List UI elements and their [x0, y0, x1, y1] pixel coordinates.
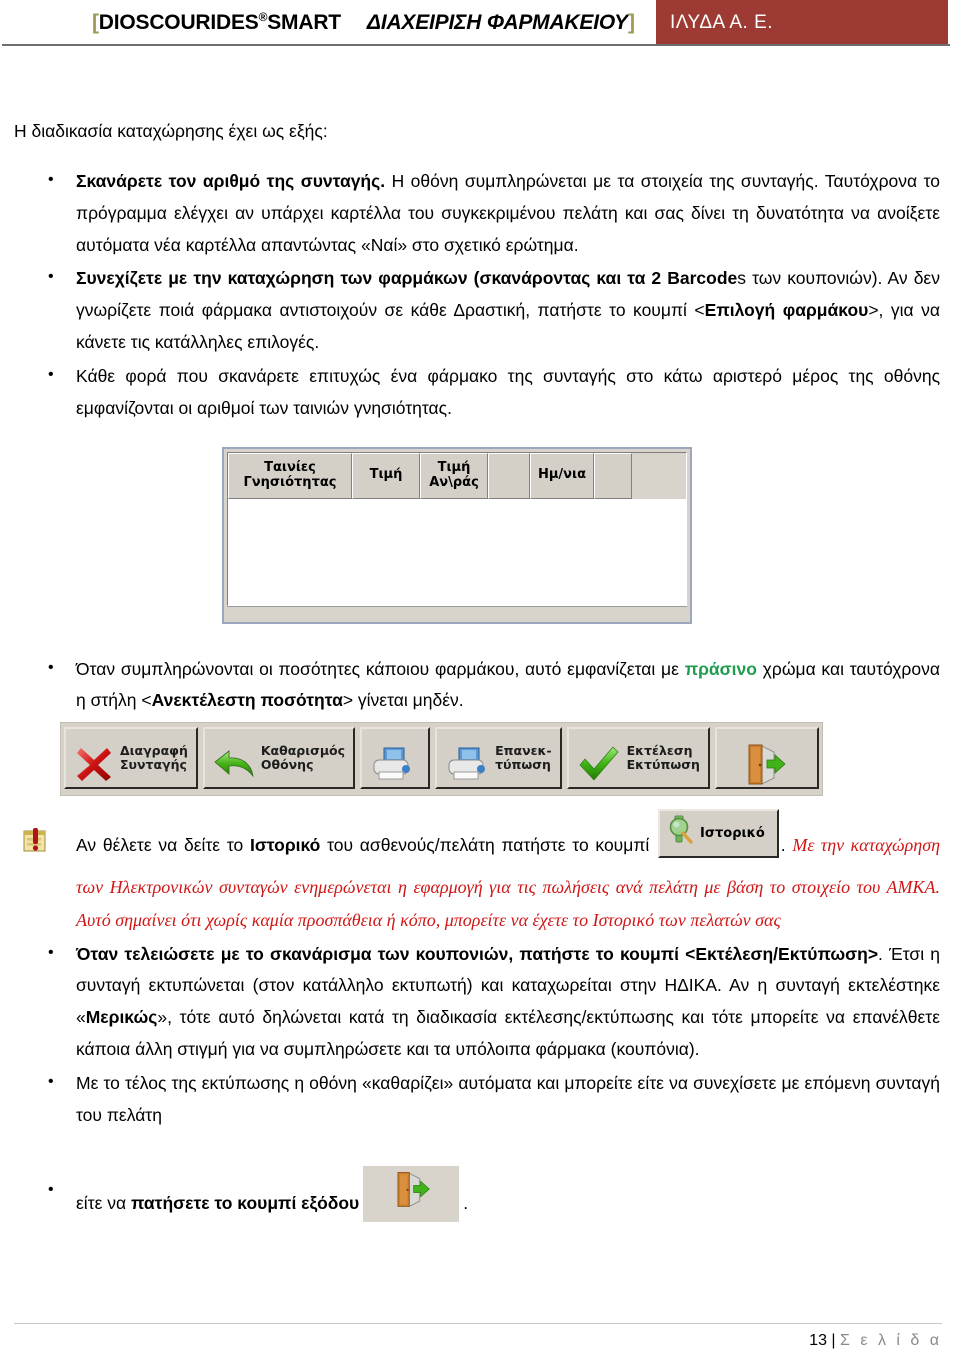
bracket-close: ]: [627, 11, 635, 34]
bullet7-end: .: [463, 1192, 469, 1213]
execute-print-button[interactable]: Εκτέλεση Εκτύπωση: [566, 727, 710, 790]
list-item-execute-print: Όταν τελειώσετε με το σκανάρισμα των κου…: [14, 937, 940, 1066]
history-after-text: .: [780, 835, 793, 856]
history-bold-word: Ιστορικό: [249, 835, 321, 856]
header-divider: [2, 44, 950, 46]
page-header: [DIOSCOURIDES®SMART ΔΙΑΧΕΙΡΙΣΗ ΦΑΡΜΑΚΕΙΟΥ…: [0, 0, 960, 46]
footer-page-label: Σ ε λ ί δ α: [840, 1332, 942, 1349]
exit-button-inline[interactable]: [363, 1165, 460, 1223]
note-warning-icon: [22, 826, 48, 865]
footer-separator: |: [831, 1332, 836, 1349]
bullet1-bold: Σκανάρετε τον αριθμό της συνταγής.: [76, 170, 386, 191]
grid-header-filler: [632, 452, 686, 499]
exit-door-icon: [391, 1169, 431, 1220]
printer-icon: [445, 731, 489, 785]
clear-screen-button[interactable]: Καθαρισμός Οθόνης: [202, 727, 356, 790]
history-mid-text: του ασθενούς/πελάτη πατήστε το κουμπί: [320, 835, 657, 856]
red-x-icon: [74, 729, 114, 787]
grid-column-header-blank2[interactable]: [594, 452, 632, 499]
bullet2-bold: Συνεχίζετε με την καταχώρηση των φαρμάκω…: [76, 268, 738, 289]
list-item-scan-medicines: Συνεχίζετε με την καταχώρηση των φαρμάκω…: [14, 262, 940, 359]
list-item-auto-clear: Με το τέλος της εκτύπωσης η οθόνη «καθαρ…: [14, 1067, 940, 1132]
bullet5-end: », τότε αυτό δηλώνεται κατά τη διαδικασί…: [76, 1007, 940, 1060]
procedure-list-3: Όταν τελειώσετε με το σκανάρισμα των κου…: [14, 937, 940, 1233]
brand-name: DIOSCOURIDES: [98, 11, 259, 34]
history-button-label: Ιστορικό: [700, 825, 765, 841]
intro-paragraph: Η διαδικασία καταχώρησης έχει ως εξής:: [14, 121, 328, 141]
history-pre-text: Αν θέλετε να δείτε το: [76, 835, 250, 856]
history-button[interactable]: Ιστορικό: [658, 809, 779, 858]
page-footer: 13 | Σ ε λ ί δ α: [14, 1323, 942, 1350]
grid-horizontal-scrollbar[interactable]: [227, 605, 687, 619]
bullet4-end: > γίνεται μηδέν.: [342, 690, 464, 711]
grid-frame: Ταινίες Γνησιότητας Τιμή Τιμή Αν\ράς Ημ/…: [222, 446, 692, 624]
bullet4-bold: Ανεκτέλεστη ποσότητα: [151, 690, 343, 711]
reprint-label: Επανεκ- τύπωση: [495, 742, 552, 773]
list-item-press-exit: είτε να πατήσετε το κουμπί εξόδου .: [14, 1165, 940, 1233]
bullet7-bold: πατήσετε το κουμπί εξόδου: [131, 1192, 360, 1213]
list-item-scan-prescription: Σκανάρετε τον αριθμό της συνταγής. Η οθό…: [14, 165, 940, 262]
bullet2-bold2: Επιλογή φαρμάκου: [704, 300, 869, 321]
footer-page-number: 13: [809, 1332, 827, 1349]
grid-column-header-imnia[interactable]: Ημ/νια: [530, 452, 594, 499]
brand-suffix: SMART: [267, 11, 341, 34]
procedure-list: Σκανάρετε τον αριθμό της συνταγής. Η οθό…: [14, 165, 940, 425]
footer-divider: [14, 1323, 942, 1324]
bullet4-pre: Όταν συμπληρώνονται οι ποσότητες κάποιου…: [76, 658, 685, 679]
authenticity-grid-figure: Ταινίες Γνησιότητας Τιμή Τιμή Αν\ράς Ημ/…: [14, 446, 940, 624]
bracket-open: [: [92, 11, 99, 34]
header-subtitle: ΔΙΑΧΕΙΡΙΣΗ ΦΑΡΜΑΚΕΙΟΥ: [366, 11, 628, 34]
list-item-authenticity-strips: Κάθε φορά που σκανάρετε επιτυχώς ένα φάρ…: [14, 360, 940, 425]
list-item-quantities-green: Όταν συμπληρώνονται οι ποσότητες κάποιου…: [14, 653, 940, 718]
grid-column-header-tainies[interactable]: Ταινίες Γνησιότητας: [228, 452, 352, 499]
bullet5-bold2: Μερικώς: [85, 1007, 158, 1028]
prescription-toolbar: Διαγραφή Συνταγής Καθαρισμός Οθόνης Επαν…: [60, 722, 823, 797]
history-paragraph: Αν θέλετε να δείτε το Ιστορικό του ασθεν…: [14, 809, 940, 936]
grid-column-header-blank1[interactable]: [488, 452, 530, 499]
grid-header-row: Ταινίες Γνησιότητας Τιμή Τιμή Αν\ράς Ημ/…: [228, 452, 686, 499]
delete-prescription-label: Διαγραφή Συνταγής: [120, 742, 188, 773]
procedure-list-2: Όταν συμπληρώνονται οι ποσότητες κάποιου…: [14, 653, 940, 718]
toolbar-figure: Διαγραφή Συνταγής Καθαρισμός Οθόνης Επαν…: [14, 719, 940, 797]
grid-inner: Ταινίες Γνησιότητας Τιμή Τιμή Αν\ράς Ημ/…: [227, 451, 687, 606]
document-content: Η διαδικασία καταχώρησης έχει ως εξής: Σ…: [0, 116, 960, 1232]
execute-print-label: Εκτέλεση Εκτύπωση: [626, 742, 700, 773]
registered-mark-icon: ®: [258, 10, 268, 24]
bullet7-pre: είτε να: [76, 1192, 131, 1213]
green-undo-arrow-icon: [213, 730, 255, 786]
footer-page-indicator: 13 | Σ ε λ ί δ α: [14, 1332, 942, 1350]
bullet3-text: Κάθε φορά που σκανάρετε επιτυχώς ένα φάρ…: [76, 365, 940, 418]
delete-prescription-button[interactable]: Διαγραφή Συνταγής: [64, 727, 198, 790]
grid-column-header-timi-anras[interactable]: Τιμή Αν\ράς: [420, 452, 488, 499]
company-badge: ΙΛΥΔΑ Α. Ε.: [656, 0, 948, 45]
exit-door-icon: [741, 727, 787, 789]
green-check-icon: [577, 729, 621, 787]
grid-column-header-timi[interactable]: Τιμή: [352, 452, 420, 499]
exit-button[interactable]: [714, 727, 819, 790]
grid-body-empty[interactable]: [228, 498, 686, 605]
bullet5-bold: Όταν τελειώσετε με το σκανάρισμα των κου…: [76, 943, 879, 964]
reprint-button[interactable]: Επανεκ- τύπωση: [435, 727, 562, 790]
bullet4-green-word: πράσινο: [684, 658, 757, 679]
magnifier-icon: [666, 814, 694, 853]
clear-screen-label: Καθαρισμός Οθόνης: [260, 742, 346, 773]
header-title: [DIOSCOURIDES®SMART ΔΙΑΧΕΙΡΙΣΗ ΦΑΡΜΑΚΕΙΟΥ…: [92, 10, 635, 35]
print-button[interactable]: [360, 727, 431, 790]
printer-icon: [370, 731, 414, 785]
bullet6-text: Με το τέλος της εκτύπωσης η οθόνη «καθαρ…: [76, 1072, 940, 1125]
